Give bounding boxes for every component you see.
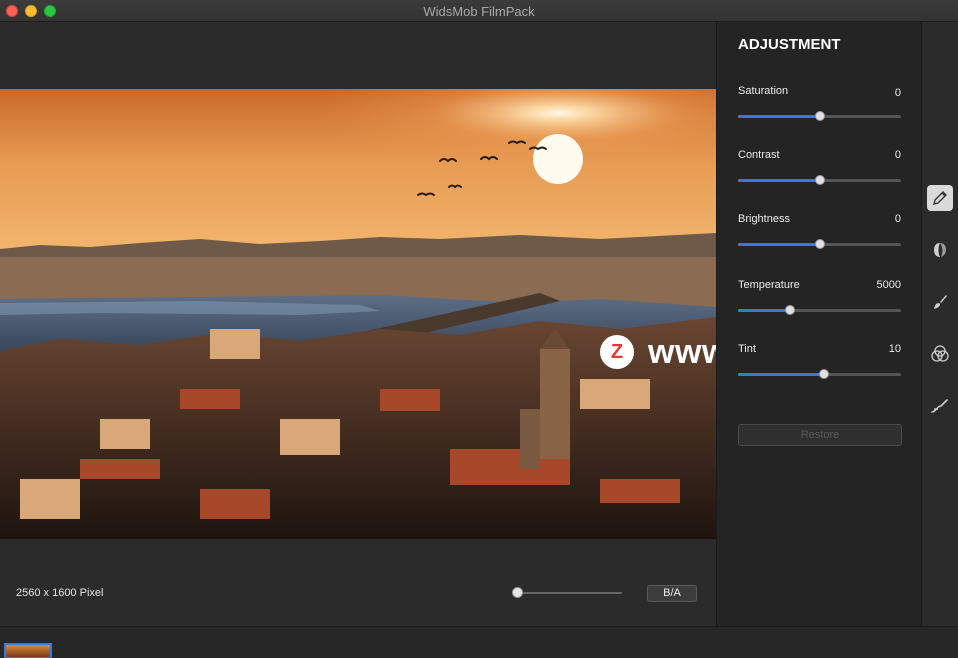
- before-after-button[interactable]: B/A: [647, 585, 697, 602]
- color-tool-button[interactable]: [927, 341, 953, 367]
- filmstrip: [0, 626, 958, 658]
- brightness-slider-fill: [738, 243, 820, 246]
- brush-icon: [934, 295, 947, 309]
- saturation-slider[interactable]: [738, 111, 901, 121]
- tint-slider-knob[interactable]: [819, 369, 830, 379]
- istanbul-sunset-image: [0, 89, 716, 539]
- zoom-slider-knob[interactable]: [512, 587, 523, 598]
- tint-value: 10: [888, 343, 901, 355]
- filmstrip-thumbnail[interactable]: [4, 643, 52, 658]
- contrast-slider-fill: [738, 179, 820, 182]
- contrast-slider-knob[interactable]: [814, 175, 825, 185]
- tint-label: Tint: [738, 343, 756, 355]
- film-roll-icon: [934, 243, 946, 257]
- temperature-slider[interactable]: [738, 305, 901, 315]
- brightness-slider-knob[interactable]: [814, 239, 825, 249]
- watermark-badge: Z: [600, 335, 634, 369]
- image-size-label: 2560 x 1600 Pixel: [16, 587, 104, 599]
- brush-tool-button[interactable]: [927, 289, 953, 315]
- leak-icon: [931, 399, 948, 413]
- panel-title: ADJUSTMENT: [738, 36, 841, 53]
- tint-slider-fill: [738, 373, 825, 376]
- tool-sidebar: [921, 22, 958, 626]
- contrast-value: 0: [894, 149, 901, 161]
- leak-tool-button[interactable]: [927, 393, 953, 419]
- adjustment-panel: ADJUSTMENT Saturation 0 Contrast 0 Brigh…: [716, 22, 921, 626]
- contrast-label: Contrast: [738, 149, 780, 161]
- contrast-slider[interactable]: [738, 175, 901, 185]
- film-tool-button[interactable]: [927, 237, 953, 263]
- zoom-slider-track[interactable]: [514, 592, 622, 594]
- saturation-slider-fill: [738, 115, 820, 118]
- preview-photo[interactable]: [0, 89, 716, 539]
- window-title: WidsMob FilmPack: [423, 4, 535, 19]
- temperature-value: 5000: [876, 279, 901, 291]
- color-circles-icon: [931, 345, 949, 362]
- title-bar: WidsMob FilmPack: [0, 0, 958, 22]
- pencil-icon: [933, 191, 947, 205]
- saturation-slider-knob[interactable]: [814, 111, 825, 121]
- tint-slider[interactable]: [738, 369, 901, 379]
- brightness-slider[interactable]: [738, 239, 901, 249]
- temperature-slider-fill: [738, 309, 791, 312]
- temperature-label: Temperature: [738, 279, 800, 291]
- brightness-label: Brightness: [738, 213, 790, 225]
- saturation-value: 0: [894, 87, 901, 99]
- brightness-value: 0: [894, 213, 901, 225]
- saturation-label: Saturation: [738, 85, 789, 97]
- restore-button[interactable]: Restore: [738, 424, 902, 446]
- preview-canvas: Z www.MacZ.com: [0, 22, 907, 626]
- temperature-slider-knob[interactable]: [785, 305, 796, 315]
- adjustment-tool-button[interactable]: [927, 185, 953, 211]
